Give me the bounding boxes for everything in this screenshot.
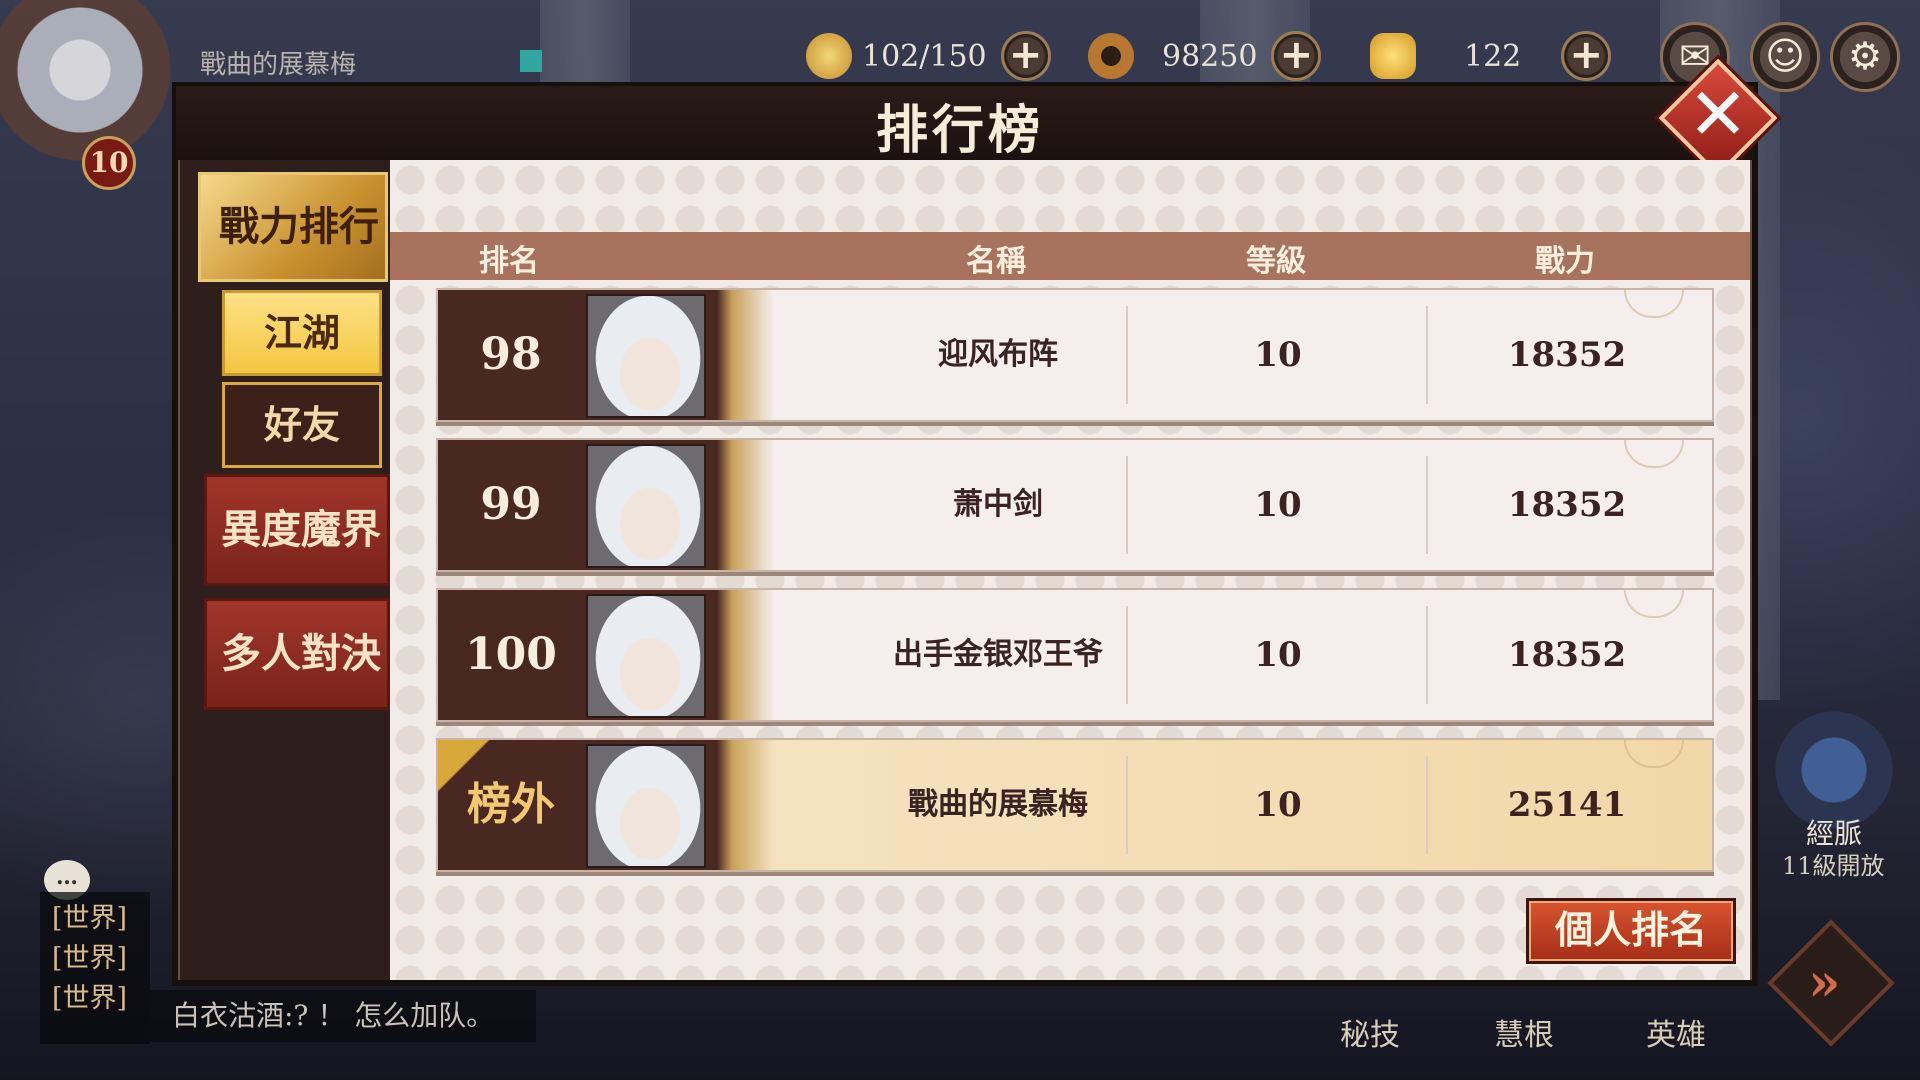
- coins-value: 98250: [1162, 38, 1258, 74]
- table-row[interactable]: 99 萧中剑 10 18352: [436, 438, 1714, 572]
- meridian-unlock-text: 11級開放: [1782, 852, 1885, 880]
- player-name: 戰曲的展慕梅: [200, 50, 357, 80]
- row-rank: 100: [438, 590, 584, 720]
- chat-last-message[interactable]: 白衣沽酒:? ！ 怎么加队。: [150, 990, 536, 1042]
- panel-title: 排行榜: [875, 100, 1044, 161]
- chevron-right-icon: »: [1808, 952, 1841, 1013]
- stamina-icon: [806, 33, 852, 79]
- stamina-resource: 102/150 +: [806, 26, 1051, 86]
- header-level: 等級: [1246, 244, 1306, 279]
- gold-value: 122: [1464, 38, 1522, 74]
- row-name: 出手金银邓王爷: [893, 637, 1103, 672]
- tab-power-ranking[interactable]: 戰力排行: [198, 172, 388, 282]
- add-stamina-button[interactable]: +: [1000, 31, 1051, 81]
- bottom-tab-heroes[interactable]: 英雄: [1646, 1010, 1706, 1054]
- row-power: 18352: [1507, 335, 1627, 375]
- table-row-self[interactable]: 榜外 戰曲的展慕梅 10 25141: [436, 738, 1714, 872]
- chat-tag-world: [世界]: [52, 903, 128, 934]
- coin-icon: [1088, 33, 1134, 79]
- table-row[interactable]: 100 出手金银邓王爷 10 18352: [436, 588, 1714, 722]
- stamina-value: 102/150: [862, 38, 987, 74]
- chat-tag-world: [世界]: [52, 983, 128, 1014]
- gold-resource: 122 +: [1370, 26, 1612, 86]
- row-power: 25141: [1507, 785, 1627, 825]
- player-portrait[interactable]: [586, 294, 706, 418]
- tab-multiplayer-duel[interactable]: 多人對決: [204, 598, 390, 710]
- network-signal-icon: [520, 50, 542, 72]
- gold-ingot-icon: [1370, 33, 1416, 79]
- player-portrait[interactable]: [586, 594, 706, 718]
- row-power: 18352: [1507, 635, 1627, 675]
- coins-resource: 98250 +: [1088, 26, 1322, 86]
- row-name: 迎风布阵: [938, 337, 1058, 372]
- row-power: 18352: [1507, 485, 1627, 525]
- row-name: 戰曲的展慕梅: [908, 787, 1088, 822]
- settings-gear-icon[interactable]: ⚙: [1830, 22, 1900, 92]
- subtab-friends[interactable]: 好友: [222, 382, 382, 468]
- player-portrait[interactable]: [586, 744, 706, 868]
- subtab-jianghu[interactable]: 江湖: [222, 290, 382, 376]
- row-level: 10: [1254, 485, 1302, 525]
- row-name: 萧中剑: [953, 487, 1043, 522]
- player-portrait[interactable]: [586, 444, 706, 568]
- bottom-tab-aptitude[interactable]: 慧根: [1494, 1010, 1554, 1054]
- table-row[interactable]: 98 迎风布阵 10 18352: [436, 288, 1714, 422]
- header-name: 名稱: [966, 244, 1026, 279]
- header-rank: 排名: [479, 244, 539, 279]
- tab-otherworld[interactable]: 異度魔界: [204, 474, 390, 586]
- bottom-tab-skills[interactable]: 秘技: [1340, 1010, 1400, 1054]
- friends-icon[interactable]: ☺: [1750, 22, 1820, 92]
- chat-channel-tags[interactable]: [世界] [世界] [世界]: [40, 892, 150, 1044]
- row-rank: 99: [438, 440, 584, 570]
- close-icon[interactable]: ✕: [1676, 72, 1760, 156]
- header-power: 戰力: [1535, 244, 1595, 279]
- chat-tag-world: [世界]: [52, 943, 128, 974]
- row-level: 10: [1254, 785, 1302, 825]
- row-level: 10: [1254, 635, 1302, 675]
- row-rank: 榜外: [438, 740, 584, 870]
- personal-rank-button[interactable]: 個人排名: [1526, 898, 1736, 964]
- row-rank: 98: [438, 290, 584, 420]
- add-coins-button[interactable]: +: [1271, 31, 1322, 81]
- add-gold-button[interactable]: +: [1561, 31, 1612, 81]
- row-level: 10: [1254, 335, 1302, 375]
